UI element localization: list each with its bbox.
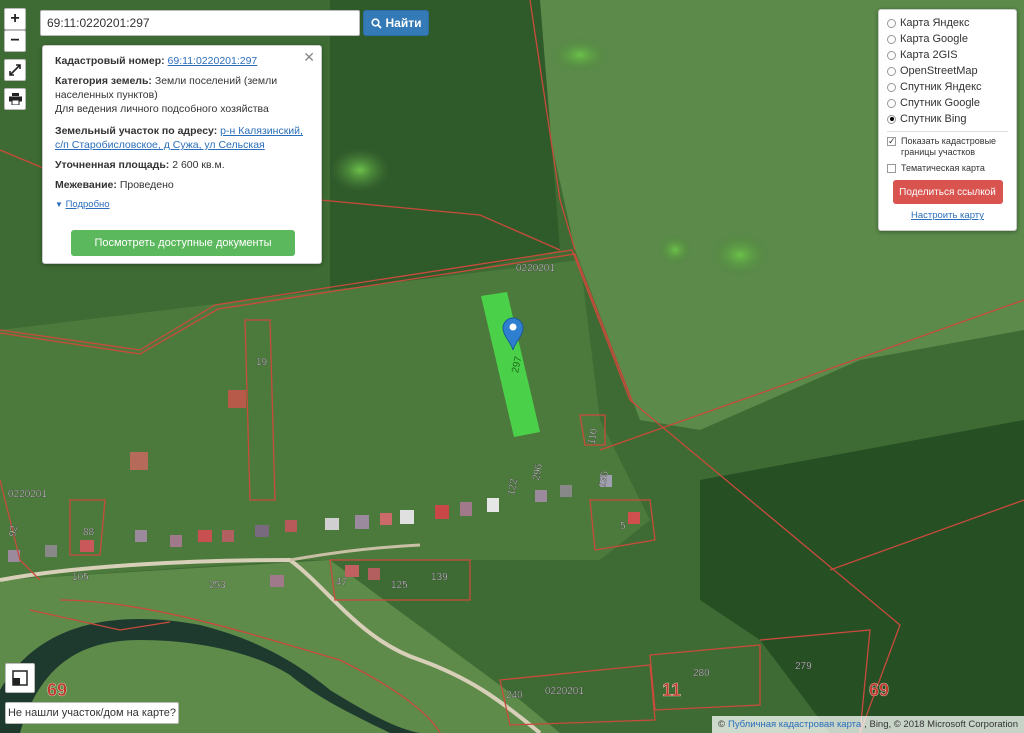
address-label: Земельный участок по адресу: [55,125,218,137]
layer-option-label: Карта Яндекс [900,17,970,29]
quarter-label: 0220201 [8,489,47,500]
fullscreen-button[interactable] [4,59,26,81]
region-number: 69 [47,680,67,700]
more-details-link[interactable]: Подробно [66,199,110,210]
layer-option[interactable]: Карта Яндекс [887,15,1008,31]
triangle-down-icon: ▼ [55,200,63,209]
layer-option-label: Карта 2GIS [900,49,958,61]
close-icon[interactable]: ✕ [303,50,315,64]
divider [887,131,1008,132]
area-label: Уточненная площадь: [55,159,170,171]
layer-option-label: OpenStreetMap [900,65,978,77]
plot-number: 139 [431,572,448,583]
radio-button[interactable] [887,98,896,108]
layers-panel: Карта Яндекс Карта Google Карта 2GIS Ope… [878,9,1017,231]
attribution-link[interactable]: Публичная кадастровая карта [728,719,861,730]
land-category-label: Категория земель: [55,75,152,87]
cadastral-number-row: Кадастровый номер: 69:11:0220201:297 [55,54,309,68]
district-number: 11 [662,680,681,700]
plot-number: 279 [795,661,812,672]
cadastral-number-link[interactable]: 69:11:0220201:297 [168,55,258,67]
layer-option-label: Спутник Яндекс [900,81,982,93]
plot-info-panel: ✕ Кадастровый номер: 69:11:0220201:297 К… [42,45,322,264]
print-button[interactable] [4,88,26,110]
layers-icon [12,670,28,686]
search-icon [370,17,382,29]
zoom-out-button[interactable]: − [4,30,26,52]
plot-number: 240 [506,690,523,701]
fullscreen-icon [9,64,21,76]
plot-number: 47 [336,577,348,588]
map-attribution: © Публичная кадастровая карта , Bing, © … [711,716,1024,733]
plot-number: 280 [693,668,710,679]
search-input[interactable] [40,10,360,36]
layer-option-label: Карта Google [900,33,968,45]
checkbox-checked[interactable]: ✓ [887,137,896,146]
layer-option[interactable]: Карта Google [887,31,1008,47]
land-usage-value: Для ведения личного подсобного хозяйства [55,103,269,115]
search-button[interactable]: Найти [363,10,429,36]
thematic-map-label: Тематическая карта [901,163,985,173]
layer-option[interactable]: Спутник Яндекс [887,79,1008,95]
view-documents-button[interactable]: Посмотреть доступные документы [71,230,295,256]
field-patch [330,148,390,192]
more-details-row: ▼ Подробно [55,198,309,212]
field-patch [710,233,770,277]
quarter-label: 0220201 [516,263,555,274]
cadastral-borders-toggle[interactable]: ✓ Показать кадастровые границы участков [887,136,1008,158]
field-patch [657,234,693,266]
plot-number: 19 [256,357,268,368]
quarter-label: 0220201 [545,686,584,697]
share-link-button[interactable]: Поделиться ссылкой [892,180,1003,204]
region-number: 69 [869,680,889,700]
not-found-button[interactable]: Не нашли участок/дом на карте? [5,702,179,724]
area-row: Уточненная площадь: 2 600 кв.м. [55,158,309,172]
area-value: 2 600 кв.м. [172,159,225,171]
plot-number: 88 [83,527,95,538]
plus-icon: + [10,10,20,27]
layer-option[interactable]: Спутник Google [887,95,1008,111]
address-row: Земельный участок по адресу: р-н Калязин… [55,124,309,152]
cadastral-borders-label: Показать кадастровые границы участков [901,136,997,157]
radio-button[interactable] [887,34,896,44]
radio-button-selected[interactable] [887,114,896,124]
layer-option-label: Спутник Bing [900,113,967,125]
zoom-in-button[interactable]: + [4,8,26,30]
plot-number: 253 [209,580,226,591]
layer-switch-button[interactable] [5,663,35,693]
cadastral-number-label: Кадастровый номер: [55,55,165,67]
configure-map-link[interactable]: Настроить карту [911,210,984,221]
survey-row: Межевание: Проведено [55,178,309,192]
attribution-text: , Bing, © 2018 Microsoft Corporation [864,719,1018,730]
radio-button[interactable] [887,82,896,92]
plot-number: 5 [620,521,626,532]
land-category-row: Категория земель: Земли поселений (земли… [55,74,309,116]
layer-option[interactable]: Карта 2GIS [887,47,1008,63]
print-icon [8,93,22,105]
survey-label: Межевание: [55,179,117,191]
plot-number: 125 [391,580,408,591]
survey-value: Проведено [119,179,174,191]
radio-button[interactable] [887,66,896,76]
field-patch [550,37,610,73]
search-button-label: Найти [385,16,422,30]
copyright-sign: © [717,719,725,730]
layer-option-selected[interactable]: Спутник Bing [887,111,1008,127]
minus-icon: − [10,32,20,49]
layer-option[interactable]: OpenStreetMap [887,63,1008,79]
thematic-map-toggle[interactable]: Тематическая карта [887,163,1008,174]
plot-number: 105 [72,572,89,583]
layer-option-label: Спутник Google [900,97,980,109]
radio-button[interactable] [887,18,896,28]
radio-button[interactable] [887,50,896,60]
checkbox[interactable] [887,164,896,173]
